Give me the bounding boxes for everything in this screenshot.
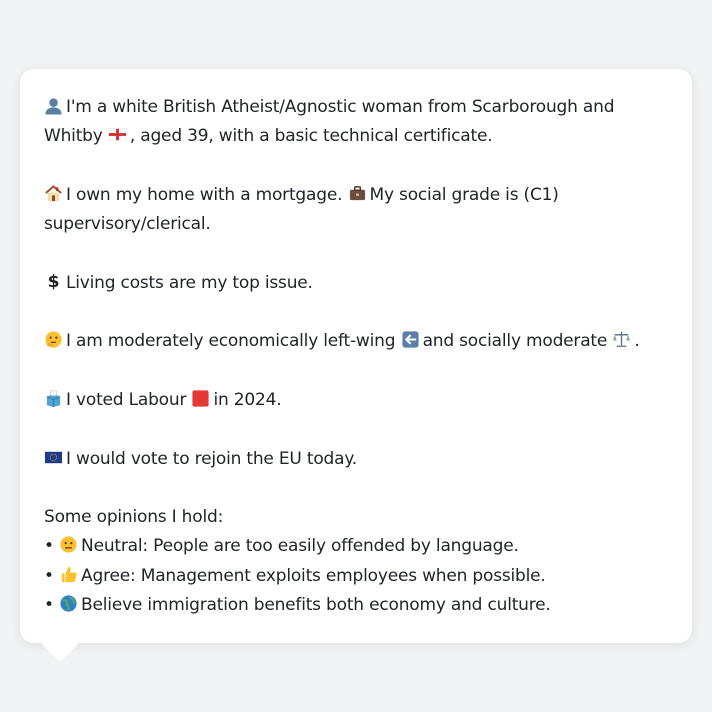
list-item: • Agree: Management exploits employees w… [44, 562, 668, 591]
issue-text: Living costs are my top issue. [66, 272, 313, 293]
bullet: • [44, 595, 54, 616]
svg-text:$: $ [48, 272, 60, 291]
globe-icon [59, 594, 78, 613]
politics-text-end: . [634, 331, 640, 352]
neutral-face-icon [59, 535, 78, 554]
balance-scale-icon [612, 330, 631, 349]
dollar-sign-icon: $ [44, 272, 63, 291]
politics-paragraph: I am moderately economically left-wing a… [44, 327, 668, 356]
identity-paragraph: I'm a white British Atheist/Agnostic wom… [44, 93, 668, 152]
politics-text-middle: and socially moderate [422, 331, 608, 352]
vote-text: I voted Labour [66, 389, 187, 410]
eu-flag-icon [44, 448, 63, 467]
housing-paragraph: I own my home with a mortgage. My social… [44, 181, 668, 240]
england-flag-icon [108, 125, 127, 144]
left-arrow-icon [401, 330, 420, 349]
politics-text: I am moderately economically left-wing [66, 331, 396, 352]
vote-text-continued: in 2024. [213, 389, 282, 410]
identity-text-continued: , aged 39, with a basic technical certif… [129, 126, 493, 147]
bullet: • [44, 565, 54, 586]
chat-bubble-tail [40, 642, 80, 662]
bullet: • [44, 536, 54, 557]
list-item: • Neutral: People are too easily offende… [44, 532, 668, 561]
eu-text: I would vote to rejoin the EU today. [66, 448, 357, 469]
opinion-text: Agree: Management exploits employees whe… [81, 565, 546, 586]
opinions-heading: Some opinions I hold: [44, 507, 224, 528]
briefcase-icon [348, 184, 367, 203]
issue-paragraph: $ Living costs are my top issue. [44, 269, 668, 298]
list-item: • Believe immigration benefits both econ… [44, 591, 668, 620]
ballot-box-icon [44, 389, 63, 408]
thinking-face-icon [44, 330, 63, 349]
opinions-list: • Neutral: People are too easily offende… [44, 532, 668, 620]
red-square-icon [191, 389, 210, 408]
vote-paragraph: I voted Labour in 2024. [44, 386, 668, 415]
persona-chat-bubble: I'm a white British Atheist/Agnostic wom… [20, 69, 692, 643]
housing-text: I own my home with a mortgage. [66, 184, 343, 205]
house-icon [44, 184, 63, 203]
person-silhouette-icon [44, 96, 63, 115]
eu-paragraph: I would vote to rejoin the EU today. [44, 445, 668, 474]
opinion-text: Neutral: People are too easily offended … [81, 536, 519, 557]
thumbs-up-icon [59, 565, 78, 584]
opinion-text: Believe immigration benefits both econom… [81, 595, 551, 616]
